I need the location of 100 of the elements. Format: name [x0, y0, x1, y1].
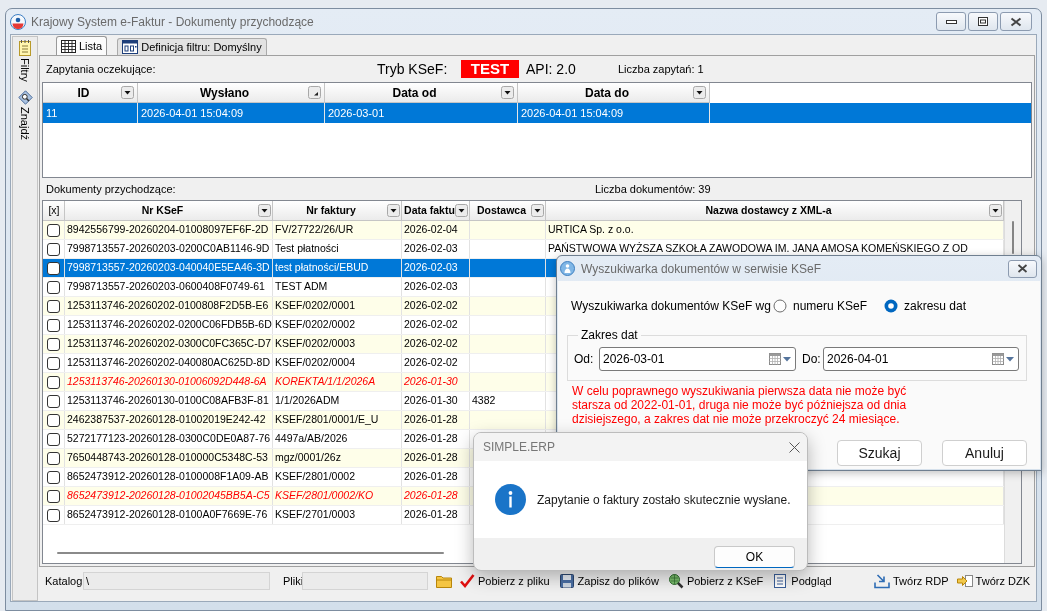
ok-button[interactable]: OK	[714, 546, 795, 568]
checkbox[interactable]	[47, 337, 60, 351]
checkbox[interactable]	[47, 223, 60, 237]
column-header[interactable]: Nr faktury	[273, 201, 402, 221]
field-label: Wyszukiwarka dokumentów KSeF wg	[570, 298, 772, 315]
column-header[interactable]: [x]	[43, 201, 65, 221]
tab[interactable]: Lista	[56, 36, 108, 55]
checkbox[interactable]	[47, 470, 60, 484]
table-row[interactable]: 2462387537-20260128-01002019E242-42 KSEF/2801/0001/E_U 2026-01-28	[43, 411, 470, 430]
column-header[interactable]: Data do	[518, 83, 710, 103]
column-header[interactable]: Wysłano	[138, 83, 325, 103]
catalog-field[interactable]: \	[83, 572, 270, 590]
checkbox[interactable]	[47, 394, 60, 408]
column-header[interactable]: ID	[43, 83, 138, 103]
toolbar-button[interactable]: Zapisz do plików	[558, 572, 659, 590]
radio-button[interactable]	[884, 299, 898, 313]
sidebar-item[interactable]: Filtry	[17, 39, 33, 82]
checkbox[interactable]	[47, 451, 60, 465]
checkbox[interactable]	[47, 508, 60, 522]
date-field[interactable]: 2026-04-01	[823, 347, 1019, 371]
close-icon[interactable]	[789, 441, 800, 453]
scrollbar-thumb[interactable]	[1012, 221, 1014, 254]
table-row[interactable]: 7998713557-20260203-0200C0AB1146-9D Test płatności 2026-02-03	[43, 240, 470, 259]
checkbox[interactable]	[47, 280, 60, 294]
maximize-icon	[978, 17, 988, 26]
dropdown-icon[interactable]	[258, 204, 271, 217]
document-icon	[772, 573, 789, 589]
toolbar-button[interactable]: Pobierz z pliku	[459, 572, 550, 590]
table-cell: KSEF/0202/0002	[273, 316, 402, 334]
calendar-icon[interactable]	[991, 352, 1005, 366]
date-field[interactable]: 2026-03-01	[599, 347, 796, 371]
radio-option[interactable]: numeru KSeF	[773, 297, 884, 315]
dialog-button[interactable]: Anuluj	[942, 440, 1027, 466]
dropdown-icon[interactable]	[989, 204, 1002, 217]
table-row[interactable]: 8652473912-20260128-0100A0F7669E-76 KSEF/2701/0003 2026-01-28	[43, 506, 470, 525]
calendar-icon[interactable]	[768, 352, 782, 366]
checkbox[interactable]	[47, 356, 60, 370]
scrollbar-thumb[interactable]	[57, 552, 444, 554]
toolbar-button[interactable]: Pobierz z KSeF	[667, 572, 764, 590]
table-row[interactable]: 11 2026-04-01 15:04:09 2026-03-01 2026-04-01 15:04:09	[43, 103, 1031, 123]
table-cell: 1253113746-20260130-01006092D448-6A	[65, 373, 273, 391]
tab[interactable]: Definicja filtru: Domyślny	[117, 38, 267, 55]
table-row[interactable]: 7650448743-20260128-010000C5348C-53 mgz/0001/26z 2026-01-28	[43, 449, 470, 468]
table-row[interactable]: 8652473912-20260128-0100008F1A09-AB KSEF/2801/0002 2026-01-28	[43, 468, 470, 487]
close-button[interactable]	[1008, 259, 1037, 278]
table-cell: 1253113746-20260202-0300C0FC365C-D7	[65, 335, 273, 353]
minimize-button[interactable]	[936, 12, 966, 31]
folder-icon[interactable]	[436, 574, 452, 588]
table-cell: 2026-03-01	[325, 103, 518, 123]
dropdown-icon[interactable]	[387, 204, 400, 217]
table-row[interactable]: 1253113746-20260202-040080AC625D-8D KSEF/0202/0004 2026-02-02	[43, 354, 470, 373]
table-row[interactable]: 1253113746-20260202-0200C06FDB5B-6D KSEF/0202/0002 2026-02-02	[43, 316, 470, 335]
caret-icon[interactable]	[1006, 356, 1014, 362]
table-row[interactable]: 8942556799-20260204-01008097EF6F-2D FV/27722/26/UR 2026-02-04	[43, 221, 470, 240]
sort-icon[interactable]	[308, 86, 321, 99]
column-header[interactable]: Nazwa dostawcy z XML-a	[546, 201, 1004, 221]
table-row[interactable]: 1253113746-20260202-0100808F2D5B-E6 KSEF/0202/0001 2026-02-02	[43, 297, 470, 316]
files-field[interactable]	[302, 572, 428, 590]
toolbar-button[interactable]: Twórz RDP	[873, 572, 949, 590]
dialog-button[interactable]: Szukaj	[837, 440, 922, 466]
table-cell: 11	[43, 103, 138, 123]
checkbox[interactable]	[47, 489, 60, 503]
column-header[interactable]: Nr KSeF	[65, 201, 273, 221]
tray-arrow-icon	[873, 573, 890, 589]
table-cell: 2026-04-01 15:04:09	[138, 103, 325, 123]
checkbox[interactable]	[47, 432, 60, 446]
toolbar-button[interactable]: Twórz DZK	[956, 572, 1030, 590]
column-header[interactable]: Data faktu	[402, 201, 470, 221]
table-cell: 1253113746-20260202-040080AC625D-8D	[65, 354, 273, 372]
sidebar-item[interactable]: Znajdź	[17, 89, 33, 140]
table-row[interactable]: 5272177123-20260128-0300C0DE0A87-76 4497a/AB/2026 2026-01-28	[43, 430, 470, 449]
search-icon	[17, 89, 33, 105]
window-title: Krajowy System e-Faktur - Dokumenty przychodzące	[31, 13, 314, 31]
table-row[interactable]: 8652473912-20260128-01002045BB5A-C5 KSEF/2801/0002/KO 2026-01-28	[43, 487, 470, 506]
checkbox[interactable]	[47, 261, 60, 275]
column-header[interactable]: Dostawca	[470, 201, 546, 221]
checkbox[interactable]	[47, 318, 60, 332]
radio-button[interactable]	[773, 299, 787, 313]
close-button[interactable]	[1000, 12, 1032, 31]
dropdown-icon[interactable]	[693, 86, 706, 99]
dropdown-icon[interactable]	[531, 204, 544, 217]
dropdown-icon[interactable]	[501, 86, 514, 99]
dropdown-icon[interactable]	[121, 86, 134, 99]
radio-option[interactable]: zakresu dat	[884, 297, 967, 315]
table-row[interactable]: 7998713557-20260203-040040E5EA46-3D test płatności/EBUD 2026-02-03	[43, 259, 470, 278]
checkbox[interactable]	[47, 242, 60, 256]
table-cell: KSEF/0202/0001	[273, 297, 402, 315]
table-row[interactable]: 7998713557-20260203-0600408F0749-61 TEST ADM 2026-02-03	[43, 278, 470, 297]
table-row[interactable]: 1253113746-20260130-01006092D448-6A KOREKTA/1/1/2026A 2026-01-30	[43, 373, 470, 392]
checkbox[interactable]	[47, 413, 60, 427]
table-row[interactable]: 1253113746-20260130-0100C08AFB3F-81 1/1/2026ADM 2026-01-30	[43, 392, 470, 411]
toolbar-button[interactable]: Podgląd	[772, 572, 832, 590]
table-row[interactable]: 1253113746-20260202-0300C0FC365C-D7 KSEF/0202/0003 2026-02-02	[43, 335, 470, 354]
logo-icon	[10, 13, 26, 30]
maximize-button[interactable]	[968, 12, 998, 31]
dropdown-icon[interactable]	[455, 204, 468, 217]
checkbox[interactable]	[47, 299, 60, 313]
caret-icon[interactable]	[783, 356, 791, 362]
checkbox[interactable]	[47, 375, 60, 389]
column-header[interactable]: Data od	[325, 83, 518, 103]
